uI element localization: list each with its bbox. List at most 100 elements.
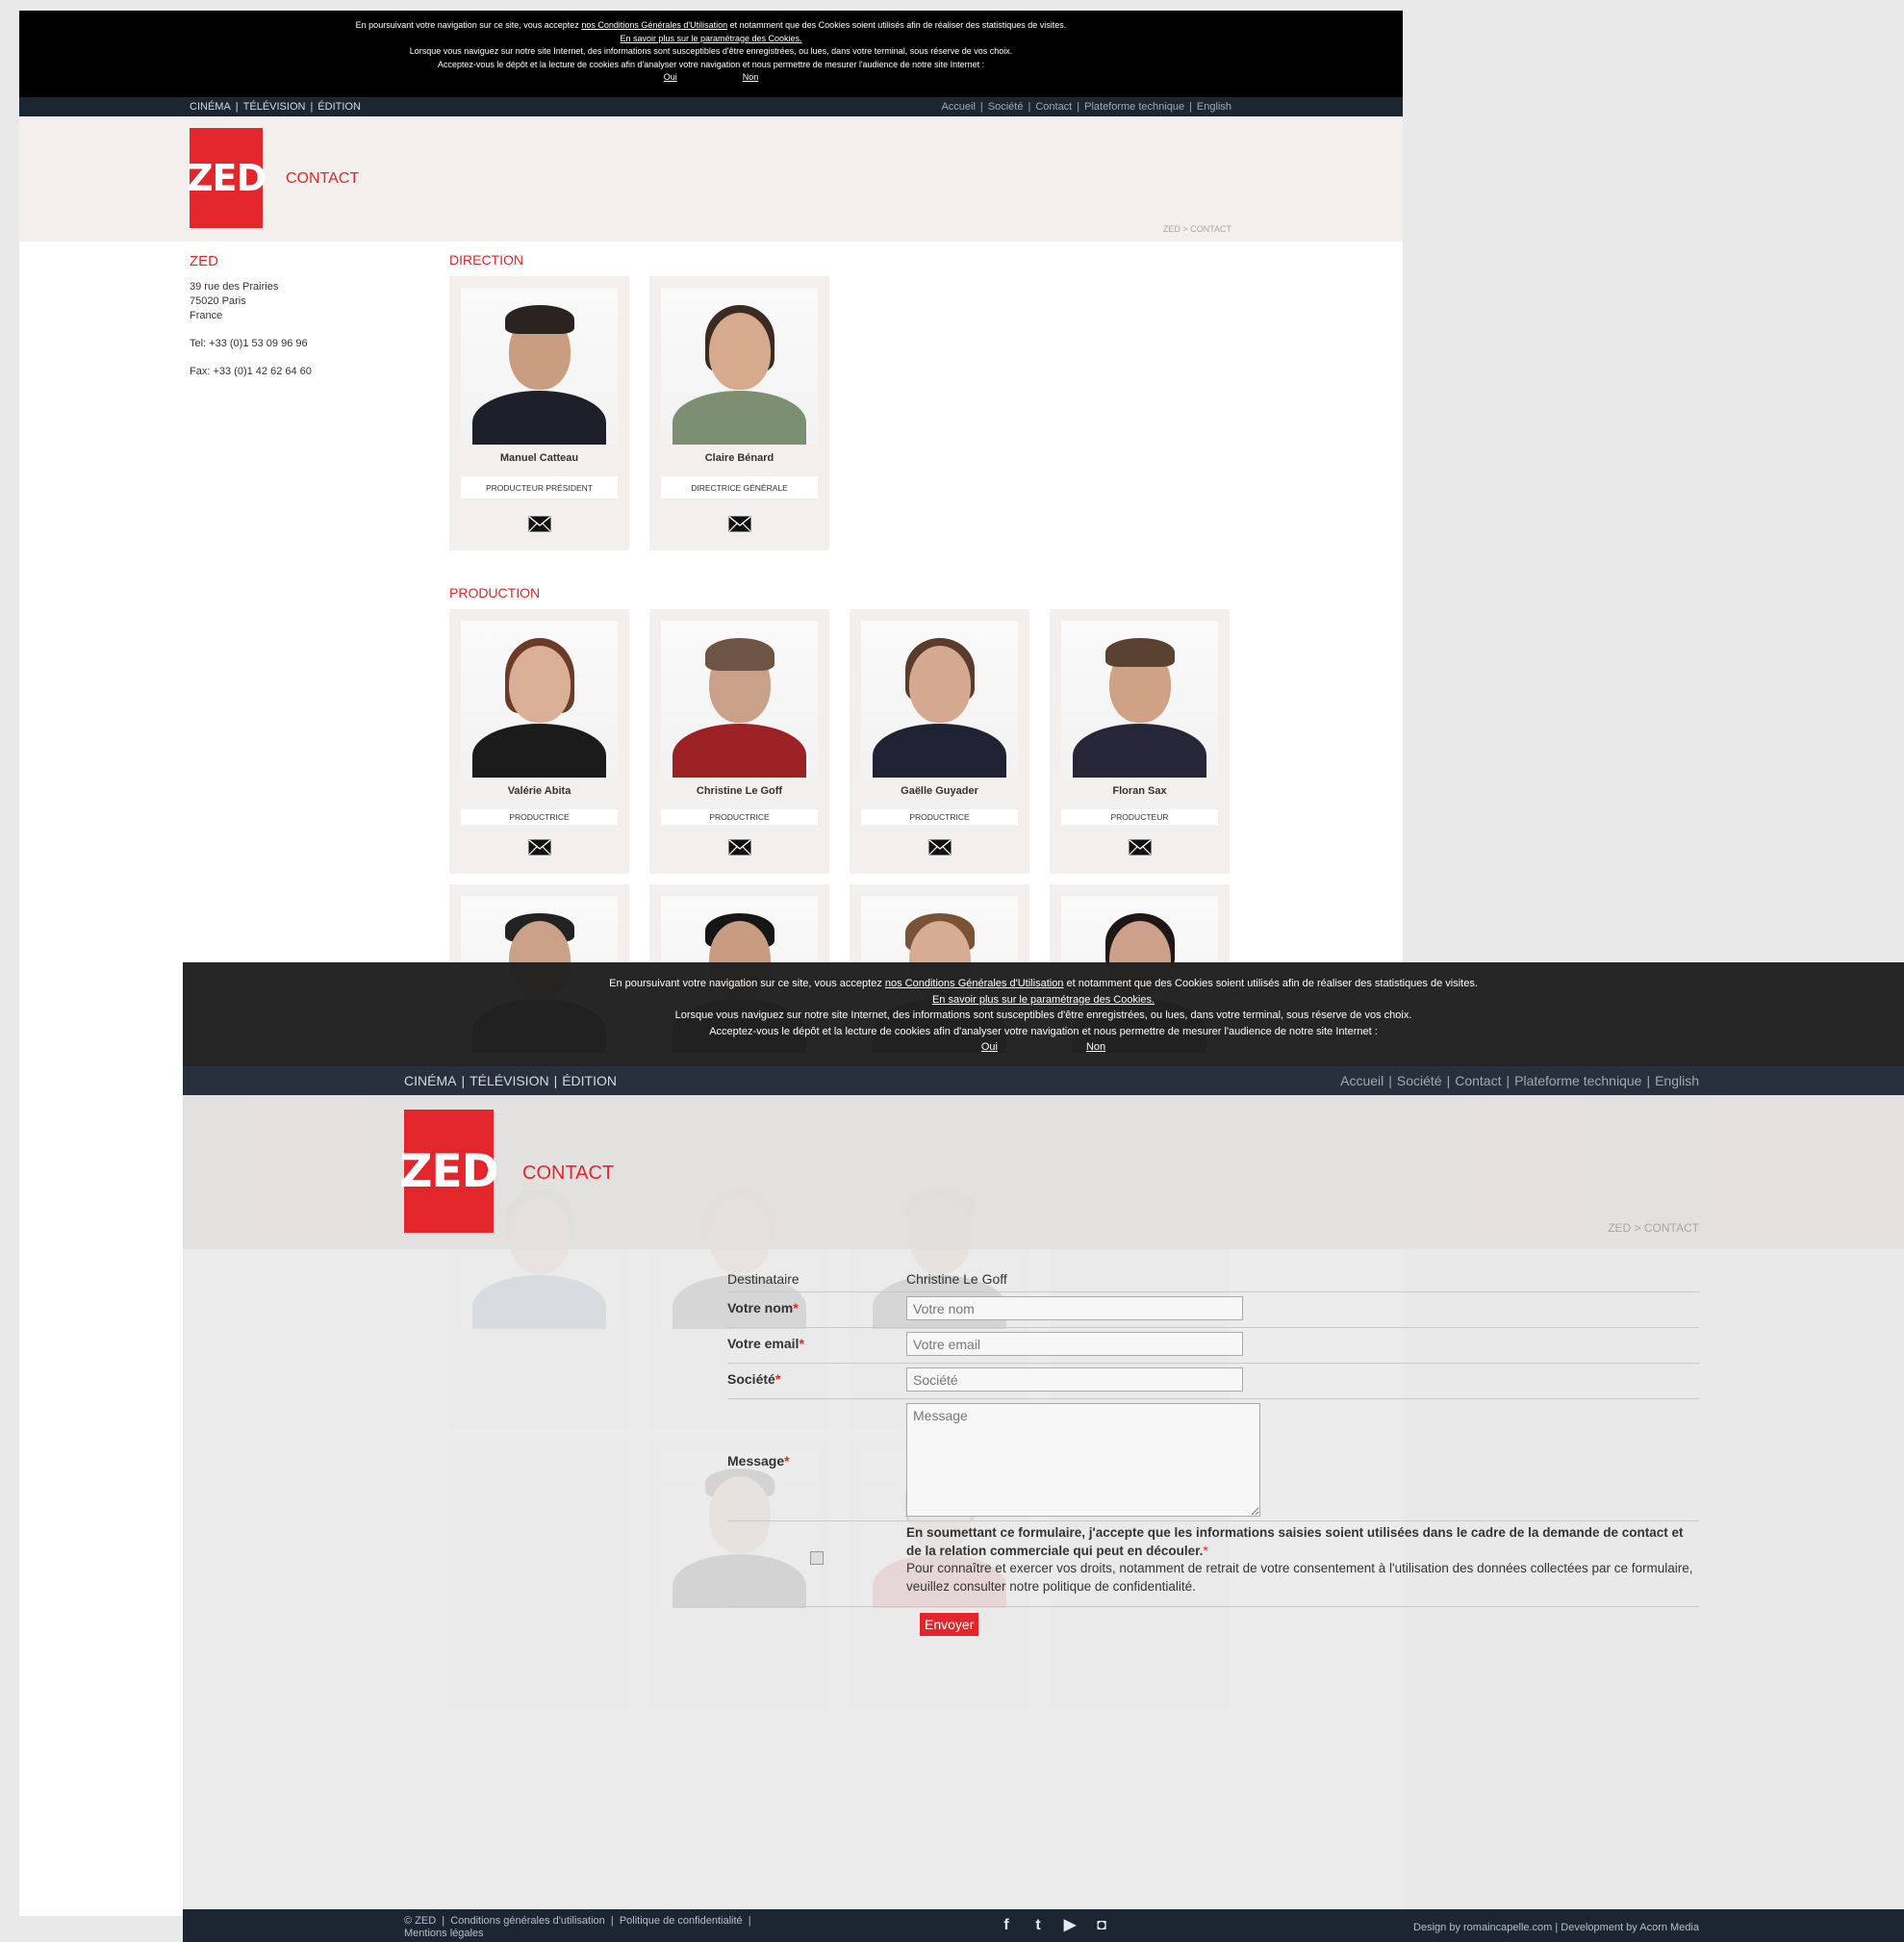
nav-edition[interactable]: ÉDITION	[317, 101, 361, 113]
section-production: PRODUCTION	[449, 585, 541, 600]
envelope-icon[interactable]	[728, 839, 751, 856]
instagram-icon[interactable]: ◘	[1092, 1917, 1111, 1934]
envelope-icon[interactable]	[1129, 839, 1152, 856]
cookie-choices: Oui Non	[19, 71, 1403, 85]
footer-legal-links: © ZED | Conditions générales d'utilisati…	[404, 1915, 751, 1939]
company-name: ZED	[190, 253, 218, 269]
nav-edition[interactable]: ÉDITION	[562, 1073, 617, 1088]
nav-plateforme[interactable]: Plateforme technique	[1084, 101, 1184, 113]
footer-credits: Design by romaincapelle.com | Developmen…	[1413, 1922, 1699, 1933]
envelope-icon[interactable]	[928, 839, 952, 856]
zed-logo[interactable]: ZED	[187, 128, 267, 228]
cookie-accept-link[interactable]: Oui	[664, 71, 677, 85]
contact-form-window: En poursuivant votre navigation sur ce s…	[183, 962, 1904, 1942]
top-navigation: CINÉMA | TÉLÉVISION | ÉDITION Accueil | Sociét…	[19, 97, 1403, 116]
company-address: 39 rue des Prairies 75020 Paris France	[190, 280, 372, 323]
submit-button[interactable]: Envoyer	[920, 1613, 979, 1636]
cookie-settings-link[interactable]: En savoir plus sur le paramétrage des Co…	[620, 34, 801, 43]
cookie-text: Acceptez-vous le dépôt et la lecture de …	[709, 1025, 1378, 1037]
company-input[interactable]	[906, 1367, 1243, 1392]
cookie-refuse-link[interactable]: Non	[743, 71, 759, 85]
recipient-value: Christine Le Goff	[906, 1271, 1007, 1287]
nav-cinema[interactable]: CINÉMA	[190, 101, 231, 113]
nav-contact[interactable]: Contact	[1455, 1073, 1501, 1088]
privacy-notice: Pour connaître et exercer vos droits, no…	[906, 1561, 1693, 1594]
cgu-link[interactable]: nos Conditions Générales d'Utilisation	[581, 20, 727, 30]
page-title: CONTACT	[522, 1163, 615, 1184]
company-info: ZED 39 rue des Prairies 75020 Paris Fran…	[190, 254, 372, 393]
member-role: PRODUCTEUR	[1061, 809, 1218, 825]
footer-cgu-link[interactable]: Conditions générales d'utilisation	[450, 1915, 604, 1927]
breadcrumb: ZED > CONTACT	[1608, 1221, 1699, 1235]
cookie-line-1: En poursuivant votre navigation sur ce s…	[19, 19, 1403, 33]
consent-row: En soumettant ce formulaire, j'accepte q…	[727, 1524, 1699, 1607]
member-role: PRODUCTEUR PRÉSIDENT	[461, 476, 618, 498]
cookie-banner: En poursuivant votre navigation sur ce s…	[19, 11, 1403, 97]
email-label: Votre email*	[727, 1336, 804, 1351]
envelope-icon[interactable]	[728, 516, 751, 532]
member-role: PRODUCTRICE	[661, 809, 818, 825]
email-input[interactable]	[906, 1332, 1243, 1356]
nav-english[interactable]: English	[1655, 1073, 1699, 1088]
company-fax: Fax: +33 (0)1 42 62 64 60	[190, 366, 312, 377]
consent-statement: En soumettant ce formulaire, j'accepte q…	[906, 1525, 1684, 1558]
portrait-photo	[861, 621, 1018, 778]
cgu-link[interactable]: nos Conditions Générales d'Utilisation	[885, 978, 1064, 989]
nav-english[interactable]: English	[1197, 101, 1231, 113]
top-navigation: CINÉMA | TÉLÉVISION | ÉDITION Accueil | Sociét…	[183, 1066, 1904, 1095]
name-row: Votre nom*	[727, 1292, 1699, 1328]
nav-plateforme[interactable]: Plateforme technique	[1514, 1073, 1641, 1088]
portrait-photo	[461, 288, 618, 445]
member-name: Valérie Abita	[507, 785, 571, 797]
cookie-choices: Oui Non	[183, 1039, 1904, 1056]
message-row: Message*	[727, 1399, 1699, 1521]
site-footer: © ZED | Conditions générales d'utilisati…	[183, 1909, 1904, 1942]
facebook-icon[interactable]: f	[997, 1917, 1016, 1934]
member-role: DIRECTRICE GÉNÉRALE	[661, 476, 818, 498]
cookie-settings-link[interactable]: En savoir plus sur le paramétrage des Co…	[932, 994, 1155, 1006]
nav-television[interactable]: TÉLÉVISION	[470, 1073, 548, 1088]
cookie-banner: En poursuivant votre navigation sur ce s…	[183, 962, 1904, 1066]
team-card: Valérie Abita PRODUCTRICE	[449, 609, 629, 874]
name-input[interactable]	[906, 1296, 1243, 1320]
cookie-refuse-link[interactable]: Non	[1086, 1039, 1105, 1056]
nav-left: CINÉMA | TÉLÉVISION | ÉDITION	[404, 1073, 617, 1088]
cookie-text: Acceptez-vous le dépôt et la lecture de …	[437, 59, 985, 69]
team-card: Floran Sax PRODUCTEUR	[1050, 609, 1230, 874]
company-phone: Tel: +33 (0)1 53 09 96 96	[190, 338, 308, 349]
message-textarea[interactable]	[906, 1403, 1260, 1517]
zed-logo[interactable]: ZED	[399, 1110, 499, 1233]
cookie-text: Lorsque vous naviguez sur notre site Int…	[674, 1009, 1412, 1021]
youtube-icon[interactable]: ▶	[1060, 1917, 1079, 1934]
consent-text: En soumettant ce formulaire, j'accepte q…	[906, 1525, 1693, 1594]
nav-societe[interactable]: Société	[988, 101, 1024, 113]
contact-form: Destinataire Christine Le Goff Votre nom…	[727, 1265, 1699, 1642]
envelope-icon[interactable]	[528, 516, 551, 532]
portrait-photo	[661, 288, 818, 445]
member-name: Gaëlle Guyader	[901, 785, 978, 797]
nav-accueil[interactable]: Accueil	[941, 101, 975, 113]
cookie-text: Lorsque vous naviguez sur notre site Int…	[409, 46, 1013, 57]
nav-accueil[interactable]: Accueil	[1340, 1073, 1384, 1088]
nav-cinema[interactable]: CINÉMA	[404, 1073, 456, 1088]
cookie-accept-link[interactable]: Oui	[981, 1039, 998, 1056]
member-name: Manuel Catteau	[499, 452, 579, 464]
address-line: France	[190, 310, 223, 321]
copyright: © ZED	[404, 1915, 437, 1927]
member-name: Christine Le Goff	[696, 785, 783, 797]
address-line: 75020 Paris	[190, 295, 246, 307]
cookie-text: et notamment que des Cookies soient util…	[1063, 978, 1478, 989]
nav-contact[interactable]: Contact	[1035, 101, 1072, 113]
team-card: Gaëlle Guyader PRODUCTRICE	[850, 609, 1029, 874]
submit-row: Envoyer	[727, 1613, 1699, 1642]
portrait-photo	[661, 621, 818, 778]
twitter-icon[interactable]: t	[1028, 1917, 1048, 1934]
footer-legal-link[interactable]: Mentions légales	[404, 1928, 484, 1939]
nav-television[interactable]: TÉLÉVISION	[243, 101, 306, 113]
consent-checkbox[interactable]	[810, 1551, 824, 1565]
envelope-icon[interactable]	[528, 839, 551, 856]
page-title: CONTACT	[286, 170, 360, 187]
nav-societe[interactable]: Société	[1397, 1073, 1442, 1088]
cookie-text: et notamment que des Cookies soient util…	[727, 20, 1067, 30]
footer-privacy-link[interactable]: Politique de confidentialité	[620, 1915, 743, 1927]
